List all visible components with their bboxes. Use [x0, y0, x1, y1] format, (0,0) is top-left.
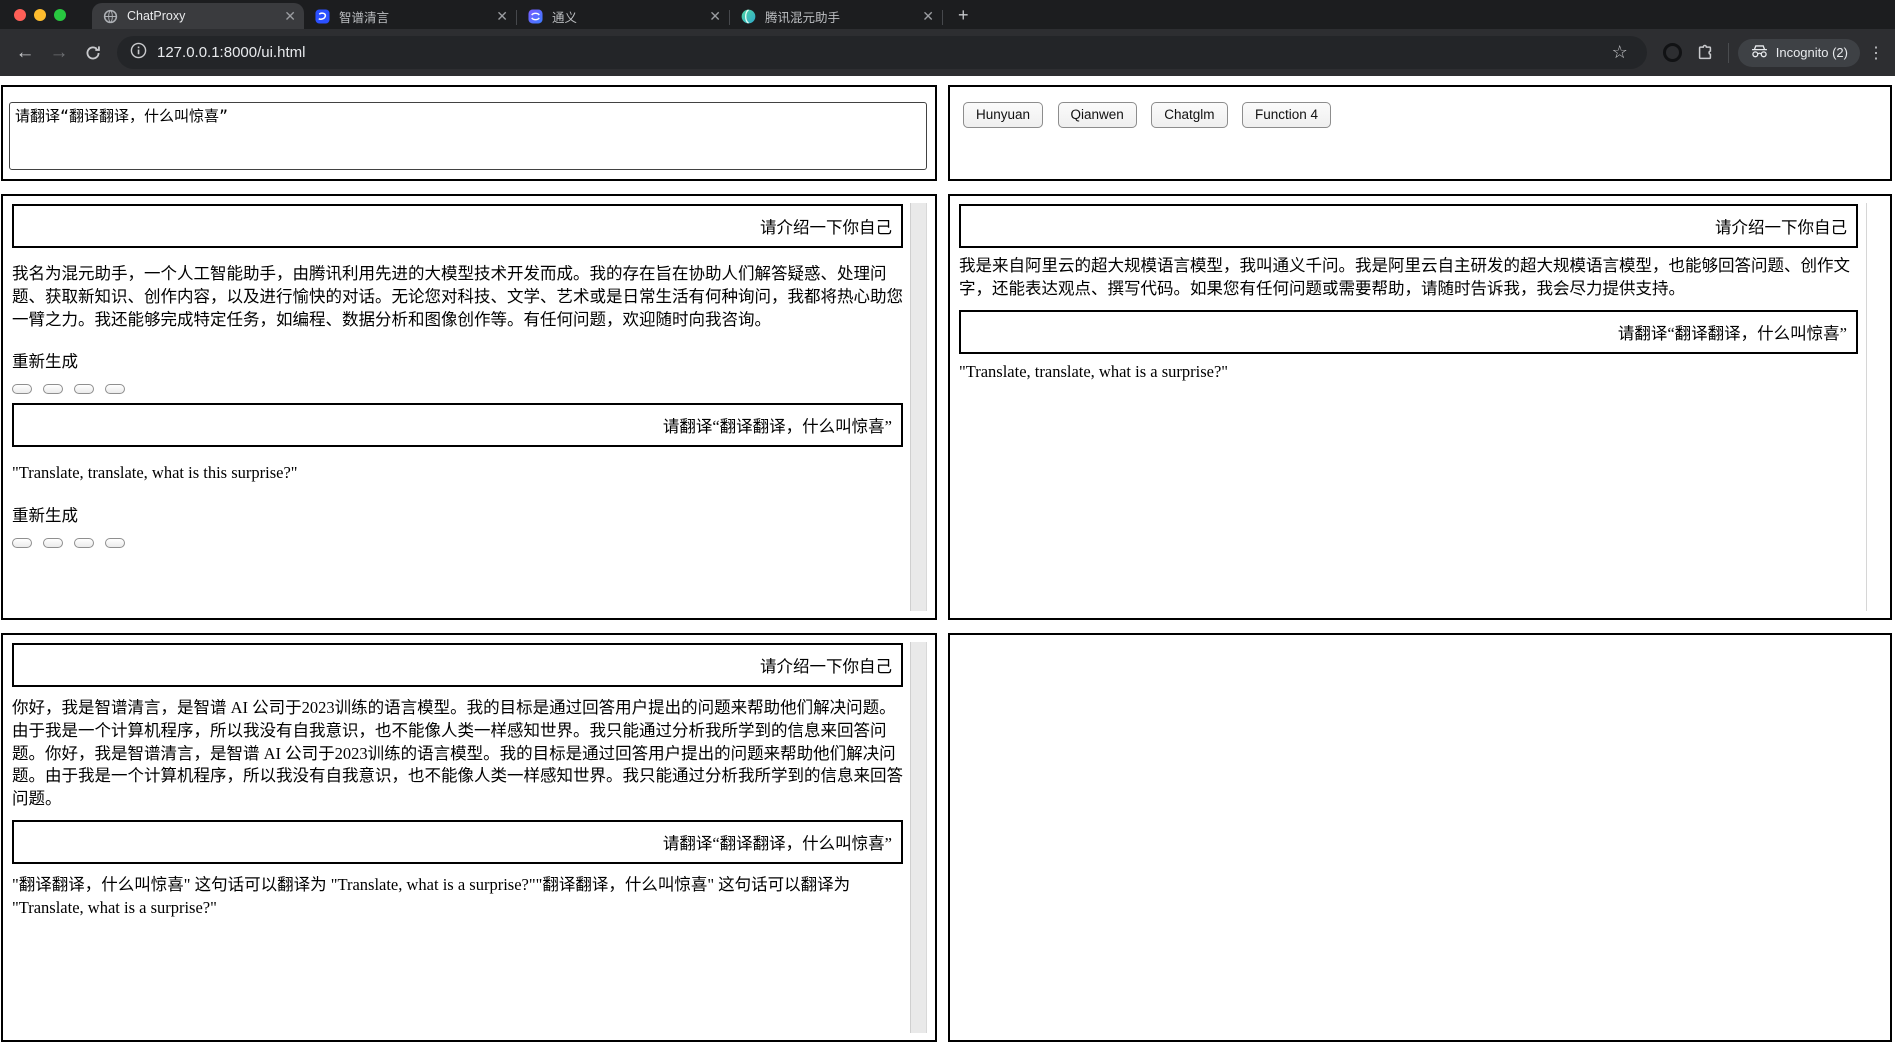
regenerate-button[interactable]: 重新生成 [12, 348, 903, 372]
assistant-message: "Translate, translate, what is a surpris… [959, 361, 1858, 384]
function4-chat-panel [948, 633, 1892, 1042]
tab-strip: ChatProxy ✕ 智谱清言 ✕ 通义 ✕ [92, 0, 969, 29]
url-text[interactable]: 127.0.0.1:8000/ui.html [157, 44, 1602, 61]
tab-divider [942, 10, 943, 25]
user-message: 请介绍一下你自己 [12, 643, 903, 687]
address-bar[interactable]: 127.0.0.1:8000/ui.html ☆ [117, 36, 1647, 69]
user-message-text: 请介绍一下你自己 [1715, 214, 1847, 238]
assistant-message: 我名为混元助手，一个人工智能助手，由腾讯利用先进的大模型技术开发而成。我的存在旨… [12, 263, 903, 331]
address-toolbar: ← → 127.0.0.1:8000/ui.html ☆ Incognito (… [0, 29, 1895, 76]
tab-close-icon[interactable]: ✕ [284, 9, 296, 23]
tab-zhipu[interactable]: 智谱清言 ✕ [304, 3, 516, 29]
forward-icon[interactable]: → [45, 39, 73, 67]
zoom-window-button[interactable] [54, 9, 66, 21]
incognito-label: Incognito (2) [1776, 45, 1848, 60]
menu-kebab-icon[interactable]: ⋮ [1868, 43, 1884, 63]
tab-title: ChatProxy [127, 9, 278, 23]
model-buttons-row: Hunyuan Qianwen Chatglm Function 4 [950, 87, 1890, 128]
tab-title: 智谱清言 [339, 7, 490, 26]
qianwen-chat-log: 请介绍一下你自己 我是来自阿里云的超大规模语言模型，我叫通义千问。我是阿里云自主… [950, 196, 1890, 618]
window-controls [14, 9, 66, 21]
user-message: 请介绍一下你自己 [12, 204, 903, 248]
qianwen-chat-panel: 请介绍一下你自己 我是来自阿里云的超大规模语言模型，我叫通义千问。我是阿里云自主… [948, 194, 1892, 620]
prompt-input[interactable]: 请翻译“翻译翻译，什么叫惊喜” [9, 102, 927, 170]
user-message: 请翻译“翻译翻译，什么叫惊喜” [12, 403, 903, 447]
mini-actions-row [12, 538, 903, 548]
mini-action-button[interactable] [105, 538, 125, 548]
incognito-icon [1750, 45, 1769, 61]
hunyuan-chat-log: 请介绍一下你自己 我名为混元助手，一个人工智能助手，由腾讯利用先进的大模型技术开… [3, 196, 935, 618]
model-buttons-panel: Hunyuan Qianwen Chatglm Function 4 [948, 85, 1892, 181]
composer-panel: 请翻译“翻译翻译，什么叫惊喜” [1, 85, 937, 181]
mini-action-button[interactable] [105, 384, 125, 394]
mini-action-button[interactable] [43, 384, 63, 394]
minimize-window-button[interactable] [34, 9, 46, 21]
tab-title: 通义 [552, 7, 703, 26]
assistant-message: "Translate, translate, what is this surp… [12, 462, 903, 485]
chatglm-button[interactable]: Chatglm [1151, 102, 1227, 128]
scrollbar[interactable] [910, 203, 927, 611]
panel-grid: 请翻译“翻译翻译，什么叫惊喜” Hunyuan Qianwen Chatglm … [1, 85, 1895, 1042]
assistant-message: 你好，我是智谱清言，是智谱 AI 公司于2023训练的语言模型。我的目标是通过回… [12, 697, 903, 811]
user-message: 请翻译“翻译翻译，什么叫惊喜” [959, 310, 1858, 354]
chatglm-chat-panel: 请介绍一下你自己 你好，我是智谱清言，是智谱 AI 公司于2023训练的语言模型… [1, 633, 937, 1042]
function4-button[interactable]: Function 4 [1242, 102, 1331, 128]
tongyi-favicon-icon [528, 9, 543, 24]
assistant-message: "翻译翻译，什么叫惊喜" 这句话可以翻译为 "Translate, what i… [12, 874, 903, 920]
mini-action-button[interactable] [43, 538, 63, 548]
back-icon[interactable]: ← [11, 39, 39, 67]
user-message-text: 请翻译“翻译翻译，什么叫惊喜” [663, 413, 892, 437]
mini-action-button[interactable] [12, 538, 32, 548]
zhipu-favicon-icon [315, 9, 330, 24]
scrollbar[interactable] [910, 642, 927, 1033]
mini-action-button[interactable] [12, 384, 32, 394]
user-message-text: 请介绍一下你自己 [760, 214, 892, 238]
toolbar-separator [1728, 43, 1729, 63]
chatproxy-favicon-icon [103, 9, 118, 24]
mini-action-button[interactable] [74, 384, 94, 394]
browser-chrome: ChatProxy ✕ 智谱清言 ✕ 通义 ✕ [0, 0, 1895, 76]
close-window-button[interactable] [14, 9, 26, 21]
regenerate-button[interactable]: 重新生成 [12, 502, 903, 526]
user-message: 请介绍一下你自己 [959, 204, 1858, 248]
mini-action-button[interactable] [74, 538, 94, 548]
user-message-text: 请介绍一下你自己 [760, 653, 892, 677]
user-message: 请翻译“翻译翻译，什么叫惊喜” [12, 820, 903, 864]
mini-actions-row [12, 384, 903, 394]
bookmark-star-icon[interactable]: ☆ [1606, 39, 1634, 67]
tab-title: 腾讯混元助手 [765, 7, 916, 26]
tab-tongyi[interactable]: 通义 ✕ [517, 3, 729, 29]
hunyuan-favicon-icon [741, 9, 756, 24]
user-message-text: 请翻译“翻译翻译，什么叫惊喜” [663, 830, 892, 854]
chatproxy-page: 请翻译“翻译翻译，什么叫惊喜” Hunyuan Qianwen Chatglm … [0, 76, 1895, 1042]
user-message-text: 请翻译“翻译翻译，什么叫惊喜” [1618, 320, 1847, 344]
site-info-icon[interactable] [130, 42, 147, 64]
incognito-badge[interactable]: Incognito (2) [1738, 39, 1860, 67]
tab-hunyuan[interactable]: 腾讯混元助手 ✕ [730, 3, 942, 29]
tab-bar: ChatProxy ✕ 智谱清言 ✕ 通义 ✕ [0, 0, 1895, 29]
reload-icon[interactable] [79, 39, 107, 67]
qianwen-button[interactable]: Qianwen [1058, 102, 1137, 128]
tab-close-icon[interactable]: ✕ [709, 9, 721, 23]
new-tab-button[interactable]: + [958, 6, 969, 24]
tab-chatproxy[interactable]: ChatProxy ✕ [92, 3, 304, 29]
scrollbar[interactable] [1866, 203, 1882, 611]
hunyuan-chat-panel: 请介绍一下你自己 我名为混元助手，一个人工智能助手，由腾讯利用先进的大模型技术开… [1, 194, 937, 620]
hunyuan-button[interactable]: Hunyuan [963, 102, 1043, 128]
tab-close-icon[interactable]: ✕ [922, 9, 934, 23]
extension-circle-icon[interactable] [1659, 39, 1687, 67]
assistant-message: 我是来自阿里云的超大规模语言模型，我叫通义千问。我是阿里云自主研发的超大规模语言… [959, 255, 1858, 301]
chatglm-chat-log: 请介绍一下你自己 你好，我是智谱清言，是智谱 AI 公司于2023训练的语言模型… [3, 635, 935, 1040]
extensions-puzzle-icon[interactable] [1691, 39, 1719, 67]
tab-close-icon[interactable]: ✕ [496, 9, 508, 23]
